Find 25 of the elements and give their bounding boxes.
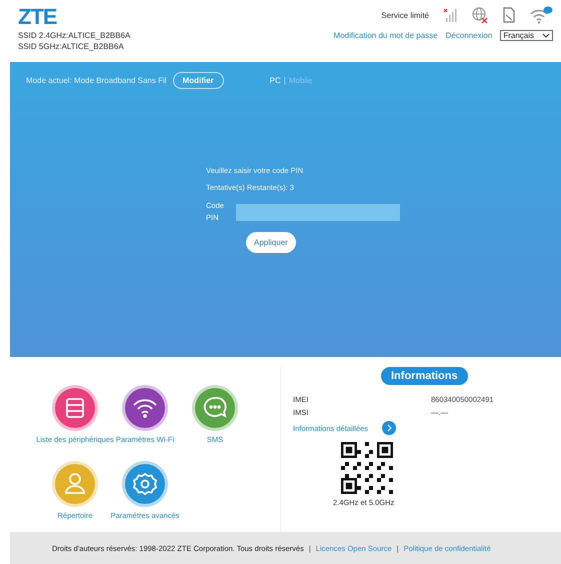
shortcut-icon[interactable] [191, 384, 239, 432]
shortcut-icon[interactable] [51, 384, 99, 432]
shortcut-icon[interactable] [121, 460, 169, 508]
wifi-icon [529, 6, 553, 24]
arrow-button-icon[interactable] [382, 421, 396, 435]
mode-text: Mode actuel: Mode Broadband Sans Fil [26, 76, 167, 84]
service-status: Service limité [381, 10, 429, 20]
shortcut-icon[interactable] [121, 384, 169, 432]
separator: | [284, 76, 286, 84]
pin-input[interactable] [236, 204, 400, 220]
header-link[interactable]: Déconnexion [446, 31, 492, 40]
language-select[interactable]: Français [500, 30, 553, 41]
qr-code-icon [341, 442, 393, 494]
ssid-text: SSID 2.4GHz:ALTICE_B2BB6A [18, 31, 130, 41]
globe-offline-icon [471, 6, 489, 24]
sim-card-icon [502, 7, 516, 23]
header-link[interactable]: Modification du mot de passe [334, 31, 438, 40]
info-title: Informations [381, 367, 468, 385]
view-tab[interactable]: PC [270, 76, 281, 84]
modify-button[interactable]: Modifier [172, 72, 224, 88]
no-signal-icon [442, 7, 458, 23]
apply-button[interactable]: Appliquer [246, 232, 296, 253]
caret-icon [542, 33, 550, 38]
zte-logo: ZTE [18, 4, 58, 30]
ssid-text: SSID 5GHz:ALTICE_B2BB6A [18, 42, 125, 52]
